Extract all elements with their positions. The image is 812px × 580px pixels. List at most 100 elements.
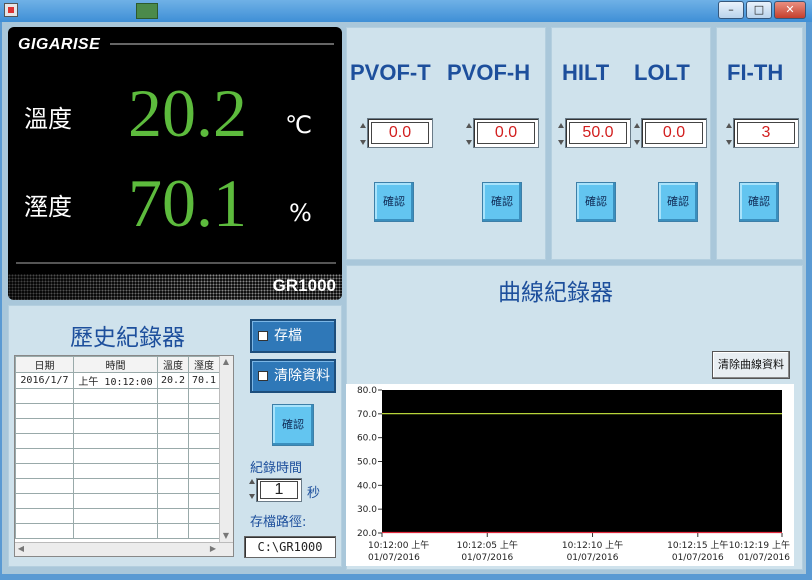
table-cell bbox=[188, 493, 220, 509]
lolt-input[interactable]: 0.0 bbox=[633, 118, 707, 148]
model-name: GR1000 bbox=[272, 276, 336, 295]
checkbox-icon bbox=[258, 331, 268, 341]
scroll-right-icon[interactable]: ▶ bbox=[207, 543, 219, 555]
column-header: 溼度 bbox=[188, 356, 220, 373]
table-cell bbox=[73, 463, 158, 479]
pvof-t-title: PVOF-T bbox=[350, 60, 431, 85]
table-cell bbox=[73, 388, 158, 404]
table-row[interactable] bbox=[15, 508, 220, 524]
save-path-field[interactable]: C:\GR1000 bbox=[244, 536, 336, 558]
hilt-confirm-button[interactable]: 確認 bbox=[576, 182, 616, 222]
table-row[interactable] bbox=[15, 388, 220, 404]
table-cell bbox=[157, 493, 189, 509]
table-cell bbox=[73, 418, 158, 434]
y-tick-label: 80.0 bbox=[357, 386, 377, 396]
brand-logo: GIGARISE bbox=[18, 36, 101, 53]
scroll-up-icon[interactable]: ▲ bbox=[220, 356, 232, 368]
pvof-h-confirm-button[interactable]: 確認 bbox=[482, 182, 522, 222]
pvof-t-confirm-button[interactable]: 確認 bbox=[374, 182, 414, 222]
table-cell bbox=[73, 523, 158, 539]
horizontal-scrollbar[interactable]: ◀ ▶ bbox=[15, 542, 233, 556]
column-header: 時間 bbox=[73, 356, 158, 373]
table-cell bbox=[73, 403, 158, 419]
y-tick-label: 60.0 bbox=[357, 434, 377, 444]
record-time-input[interactable]: 1 bbox=[248, 478, 304, 502]
table-row[interactable] bbox=[15, 433, 220, 449]
checkbox-icon bbox=[258, 371, 268, 381]
save-path-label: 存檔路徑: bbox=[250, 515, 307, 530]
spinner-arrows-icon[interactable] bbox=[725, 122, 732, 146]
spinner-arrows-icon[interactable] bbox=[359, 122, 366, 146]
window-frame-left bbox=[0, 22, 2, 580]
spinner-arrows-icon[interactable] bbox=[248, 478, 255, 500]
taskbar-thumbnail-icon bbox=[136, 3, 158, 19]
table-cell: 70.1 bbox=[188, 372, 220, 389]
lolt-confirm-button[interactable]: 確認 bbox=[658, 182, 698, 222]
humidity-unit: % bbox=[289, 199, 312, 227]
line-chart: 80.0 70.0 60.0 50.0 40.0 30.0 20.010:12:00 上午 0… bbox=[357, 386, 790, 563]
vertical-scrollbar[interactable]: ▲ ▼ bbox=[219, 356, 233, 542]
table-row[interactable] bbox=[15, 478, 220, 494]
clear-data-toggle-button[interactable]: 清除資料 bbox=[250, 359, 336, 393]
x-tick-date-label: 01/07/2016 bbox=[672, 553, 724, 563]
readout-display: GIGARISE 溫度 20.2 ℃ 溼度 70.1 % GR1000 bbox=[8, 27, 342, 300]
table-cell bbox=[157, 478, 189, 494]
table-cell bbox=[188, 433, 220, 449]
table-row[interactable] bbox=[15, 463, 220, 479]
scroll-down-icon[interactable]: ▼ bbox=[220, 530, 232, 542]
limit-panel: HILT LOLT 50.0 0.0 確認 確認 bbox=[551, 27, 711, 260]
spinner-arrows-icon[interactable] bbox=[557, 122, 564, 146]
table-cell bbox=[157, 433, 189, 449]
table-cell bbox=[73, 478, 158, 494]
table-cell bbox=[188, 403, 220, 419]
divider bbox=[110, 43, 334, 45]
scroll-left-icon[interactable]: ◀ bbox=[15, 543, 27, 555]
table-row[interactable]: 2016/1/7 上午 10:12:00 20.2 70.1 bbox=[15, 372, 220, 389]
history-table[interactable]: 日期 時間 溫度 溼度 2016/1/7 上午 10:12:00 20.2 70.1 ▲ ▼… bbox=[14, 355, 234, 557]
pvof-h-input[interactable]: 0.0 bbox=[465, 118, 539, 148]
x-tick-date-label: 01/07/2016 bbox=[461, 553, 513, 563]
x-tick-time-label: 10:12:10 上午 bbox=[562, 539, 623, 551]
y-tick-label: 40.0 bbox=[357, 481, 377, 491]
maximize-button[interactable]: □ bbox=[746, 1, 772, 19]
pvof-t-value: 0.0 bbox=[371, 122, 429, 144]
table-cell bbox=[188, 448, 220, 464]
x-tick-time-label: 10:12:05 上午 bbox=[457, 539, 518, 551]
table-cell: 上午 10:12:00 bbox=[73, 372, 158, 389]
plot-area bbox=[382, 390, 782, 533]
x-tick-time-label: 10:12:19 上午 bbox=[729, 539, 790, 551]
table-cell bbox=[157, 448, 189, 464]
table-cell bbox=[157, 463, 189, 479]
table-cell: 20.2 bbox=[157, 372, 189, 389]
table-row[interactable] bbox=[15, 523, 220, 539]
divider bbox=[16, 262, 336, 264]
table-cell bbox=[73, 448, 158, 464]
column-header: 日期 bbox=[15, 356, 74, 373]
table-row[interactable] bbox=[15, 403, 220, 419]
window-frame-right bbox=[806, 22, 812, 580]
table-row[interactable] bbox=[15, 493, 220, 509]
table-row[interactable] bbox=[15, 448, 220, 464]
pvof-t-input[interactable]: 0.0 bbox=[359, 118, 433, 148]
column-header: 溫度 bbox=[157, 356, 189, 373]
history-confirm-button[interactable]: 確認 bbox=[272, 404, 314, 446]
humidity-label: 溼度 bbox=[24, 193, 72, 221]
spinner-arrows-icon[interactable] bbox=[465, 122, 472, 146]
pvof-panel: PVOF-T PVOF-H 0.0 0.0 確認 確認 bbox=[346, 27, 546, 260]
table-row[interactable] bbox=[15, 418, 220, 434]
x-tick-date-label: 01/07/2016 bbox=[567, 553, 619, 563]
x-tick-time-label: 10:12:00 上午 bbox=[368, 539, 429, 551]
table-cell bbox=[73, 493, 158, 509]
hilt-input[interactable]: 50.0 bbox=[557, 118, 631, 148]
fi-th-confirm-button[interactable]: 確認 bbox=[739, 182, 779, 222]
clear-chart-button[interactable]: 清除曲線資料 bbox=[712, 351, 790, 379]
fi-th-panel: FI-TH 3 確認 bbox=[716, 27, 803, 260]
record-time-label: 紀錄時間 bbox=[250, 461, 303, 476]
close-button[interactable]: ✕ bbox=[774, 1, 806, 19]
fi-th-input[interactable]: 3 bbox=[725, 118, 799, 148]
spinner-arrows-icon[interactable] bbox=[633, 122, 640, 146]
save-toggle-button[interactable]: 存檔 bbox=[250, 319, 336, 353]
hilt-value: 50.0 bbox=[569, 122, 627, 144]
pvof-h-title: PVOF-H bbox=[447, 60, 531, 85]
minimize-button[interactable]: – bbox=[718, 1, 744, 19]
